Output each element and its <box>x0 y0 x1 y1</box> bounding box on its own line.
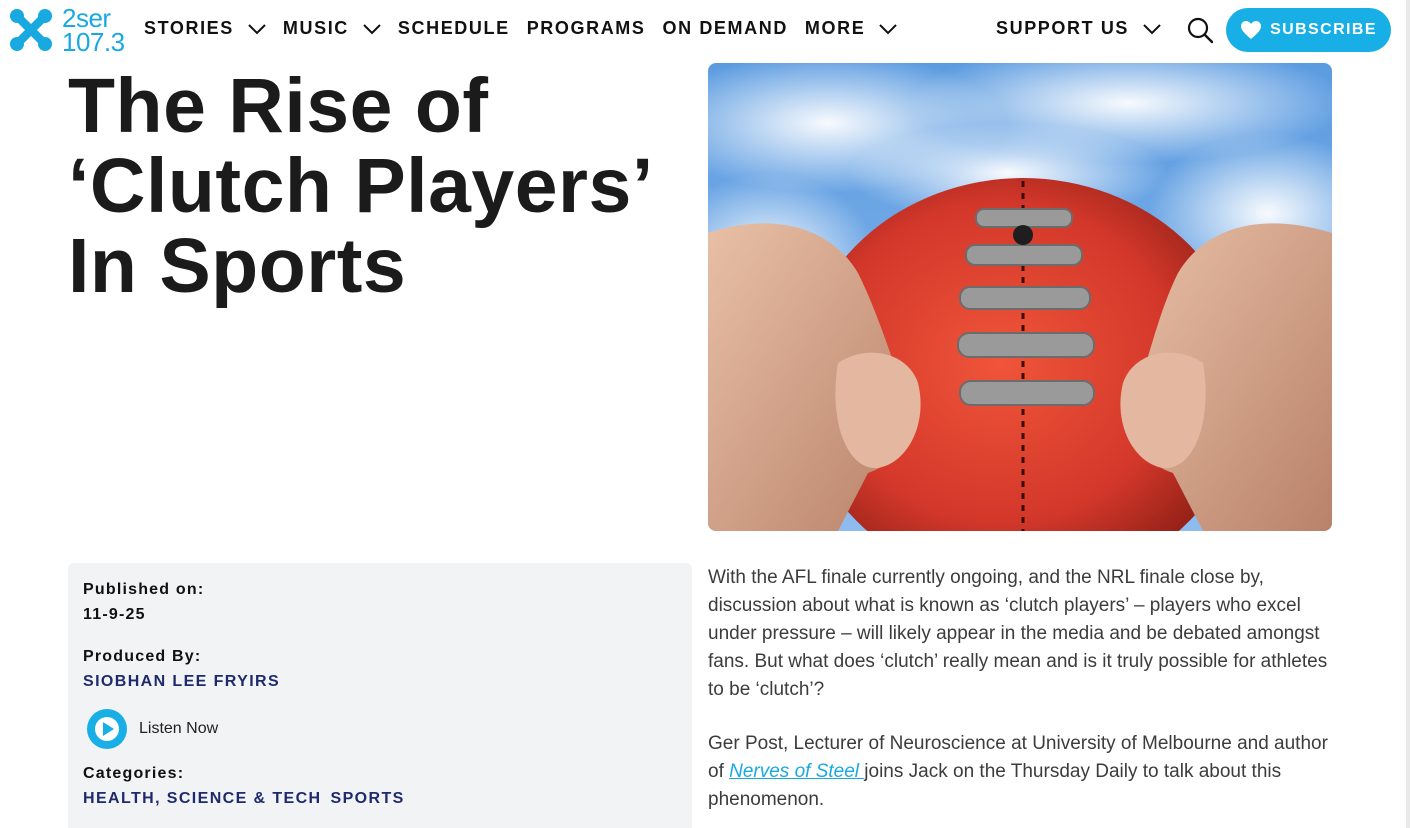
listen-now-button[interactable]: Listen Now <box>87 709 677 749</box>
nav-item-programs[interactable]: PROGRAMS <box>527 18 646 39</box>
nav-item-label: MUSIC <box>282 18 349 38</box>
nav-item-label: STORIES <box>144 18 234 38</box>
category-link-health[interactable]: HEALTH, SCIENCE & TECH <box>83 790 322 808</box>
published-label: Published on: <box>83 581 205 598</box>
support-nav: SUPPORT US <box>996 18 1178 39</box>
football-photo <box>708 63 1332 531</box>
chevron-down-icon <box>248 23 266 34</box>
title-line: The Rise of <box>68 63 489 149</box>
categories-label: Categories: <box>83 765 185 782</box>
article-meta-card: Published on: 11-9-25 Produced By: SIOBH… <box>68 563 692 828</box>
title-line: ‘Clutch Players’ <box>68 143 654 229</box>
nav-item-support-us[interactable]: SUPPORT US <box>996 18 1161 39</box>
heart-icon <box>1241 21 1262 39</box>
hero-image <box>708 63 1332 531</box>
logo-line-2: 107.3 <box>62 27 125 57</box>
scrollbar[interactable] <box>1406 0 1410 828</box>
nav-item-more[interactable]: MORE <box>804 18 898 39</box>
nav-item-label: SCHEDULE <box>397 18 510 38</box>
chevron-down-icon <box>879 23 898 34</box>
nav-item-on-demand[interactable]: ON DEMAND <box>663 18 788 39</box>
nav-item-label: MORE <box>804 18 866 38</box>
main-nav: STORIES MUSIC SCHEDULE PROGRAMS ON DEMAN… <box>144 18 914 39</box>
title-line: In Sports <box>68 223 407 309</box>
subscribe-label: SUBSCRIBE <box>1270 21 1377 38</box>
site-header: 2ser 107.3 STORIES MUSIC SCHEDULE PROGRA… <box>0 0 1410 60</box>
logo-mark-icon <box>10 9 52 51</box>
subscribe-button[interactable]: SUBSCRIBE <box>1226 8 1391 52</box>
nav-item-schedule[interactable]: SCHEDULE <box>398 18 510 39</box>
book-link[interactable]: Nerves of Steel <box>729 761 864 782</box>
page: 2ser 107.3 STORIES MUSIC SCHEDULE PROGRA… <box>0 0 1410 828</box>
category-link-sports[interactable]: SPORTS <box>331 790 405 808</box>
chevron-down-icon <box>363 23 381 34</box>
nav-item-music[interactable]: MUSIC <box>283 18 381 39</box>
producer-link[interactable]: SIOBHAN LEE FRYIRS <box>83 673 677 691</box>
play-icon <box>87 709 127 749</box>
paragraph: Ger Post, Lecturer of Neuroscience at Un… <box>708 730 1338 814</box>
search-icon[interactable] <box>1186 16 1214 44</box>
listen-now-label: Listen Now <box>139 720 219 737</box>
nav-item-label: PROGRAMS <box>526 18 646 38</box>
published-date: 11-9-25 <box>83 606 146 623</box>
nav-item-stories[interactable]: STORIES <box>144 18 266 39</box>
nav-item-label: SUPPORT US <box>996 18 1130 38</box>
article-title: The Rise of ‘Clutch Players’ In Sports <box>68 66 688 306</box>
nav-item-label: ON DEMAND <box>662 18 788 38</box>
site-logo[interactable]: 2ser 107.3 <box>8 4 125 57</box>
paragraph: With the AFL finale currently ongoing, a… <box>708 567 1328 700</box>
produced-by-label: Produced By: <box>83 648 202 665</box>
article-body: With the AFL finale currently ongoing, a… <box>708 564 1338 828</box>
chevron-down-icon <box>1143 23 1161 34</box>
category-list: HEALTH, SCIENCE & TECH SPORTS <box>83 790 677 808</box>
logo-wordmark: 2ser 107.3 <box>62 5 125 57</box>
